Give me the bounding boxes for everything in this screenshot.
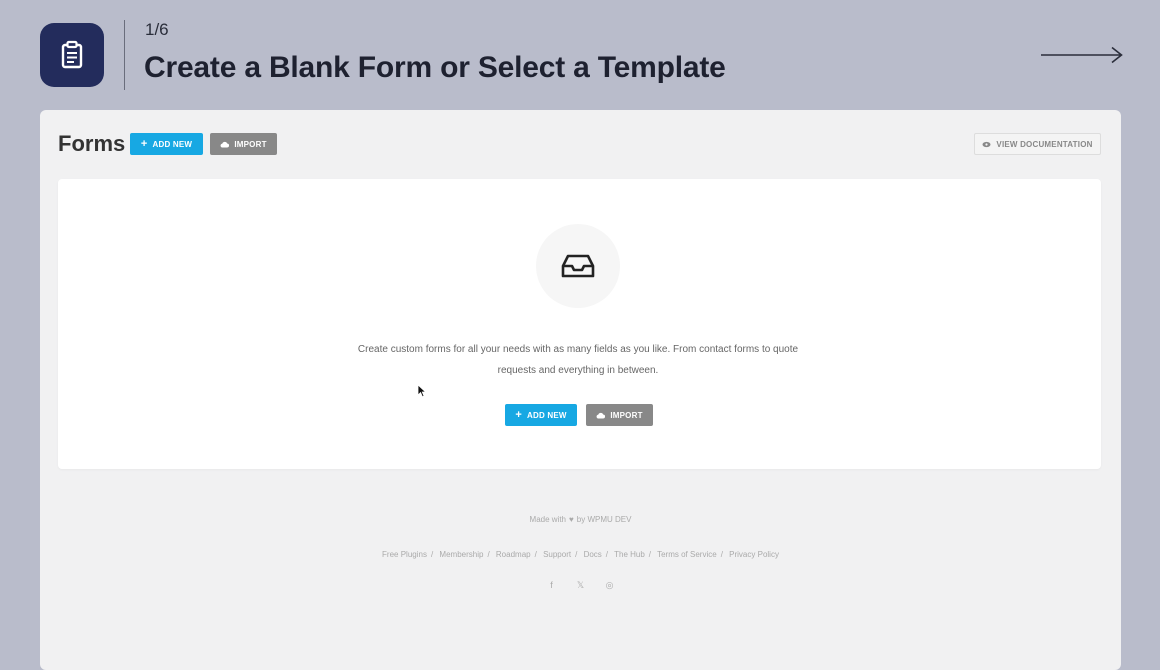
empty-state-card: Create custom forms for all your needs w… [58,179,1101,469]
view-documentation-button[interactable]: VIEW DOCUMENTATION [974,133,1101,155]
forms-page-title: Forms [58,131,126,156]
empty-state-description: Create custom forms for all your needs w… [357,344,799,376]
instagram-icon[interactable]: ◎ [605,580,614,591]
made-by-text: by WPMU DEV [576,515,632,524]
footer-links: Free Plugins / Membership / Roadmap / Suppo… [382,550,779,559]
footer-link[interactable]: Support [543,550,571,559]
footer-link[interactable]: The Hub [614,550,645,559]
view-documentation-label: VIEW DOCUMENTATION [996,139,1093,149]
footer-link[interactable]: Membership [439,550,483,559]
footer-link[interactable]: Free Plugins [382,550,427,559]
heart-icon: ♥ [569,515,574,524]
header-divider [124,20,125,90]
plus-icon: + [515,408,522,421]
made-with-text: Made with [529,515,567,524]
social-links: f 𝕏 ◎ [40,580,1121,591]
footer-link[interactable]: Docs [584,550,602,559]
step-counter: 1/6 [145,20,169,39]
cloud-upload-icon [220,141,230,148]
eye-icon [982,141,991,148]
x-twitter-icon[interactable]: 𝕏 [576,580,585,591]
import-button[interactable]: IMPORT [210,133,277,155]
clipboard-icon [40,23,104,87]
tutorial-header: 1/6 Create a Blank Form or Select a Temp… [0,0,1160,110]
page-title: Create a Blank Form or Select a Template [144,51,726,84]
footer-link[interactable]: Roadmap [496,550,531,559]
add-new-button[interactable]: + ADD NEW [130,133,203,155]
inbox-icon [536,224,620,308]
empty-add-new-button[interactable]: + ADD NEW [505,404,577,426]
empty-import-button[interactable]: IMPORT [586,404,653,426]
import-label: IMPORT [234,139,267,149]
footer-link[interactable]: Privacy Policy [729,550,779,559]
add-new-label: ADD NEW [152,139,193,149]
empty-import-label: IMPORT [610,410,643,420]
mouse-cursor-icon [417,384,427,398]
forms-screenshot-panel: Forms + ADD NEW IMPORT VIEW DOCUMENTATIO… [40,110,1121,670]
footer-credit: Made with ♥ by WPMU DEV [40,515,1121,524]
cloud-upload-icon [596,412,606,419]
facebook-icon[interactable]: f [547,580,556,591]
footer-link[interactable]: Terms of Service [657,550,717,559]
plus-icon: + [140,137,148,150]
empty-add-new-label: ADD NEW [527,410,567,420]
arrow-right-icon[interactable] [1040,44,1124,66]
